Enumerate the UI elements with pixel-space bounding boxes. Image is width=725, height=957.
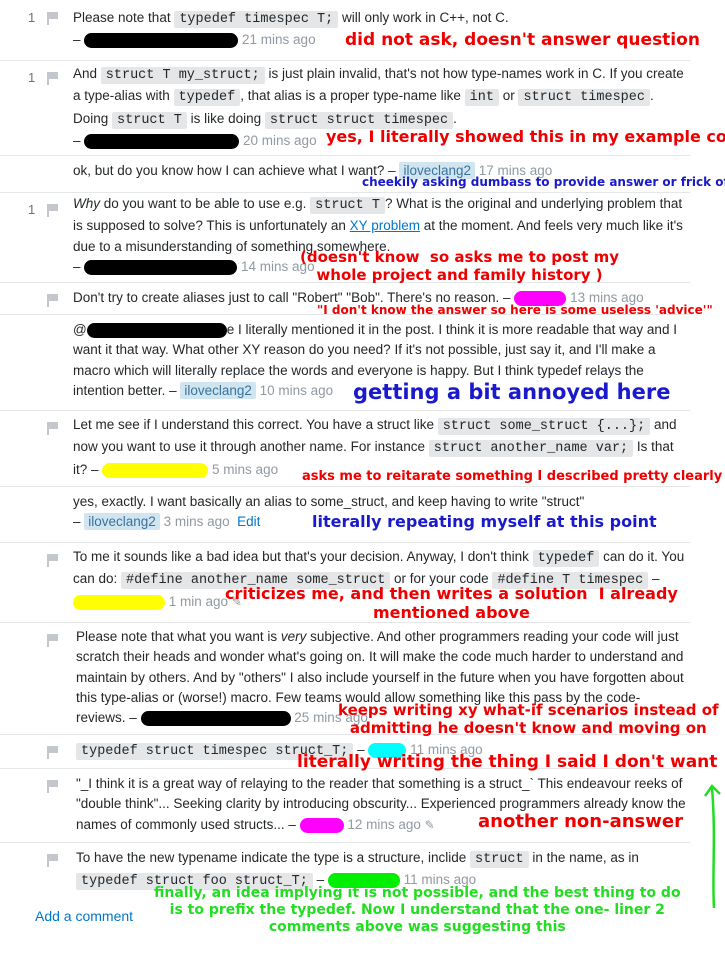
redacted-username: [299, 817, 344, 833]
add-comment-link[interactable]: Add a comment: [35, 908, 133, 924]
annotation: literally repeating myself at this point: [312, 512, 657, 531]
comment-score: 1: [28, 70, 36, 85]
comment-timestamp[interactable]: 3 mins ago: [164, 514, 230, 529]
annotation: finally, an idea implying it is not poss…: [154, 885, 681, 935]
redacted-username: [84, 33, 239, 49]
redacted-username: [84, 259, 238, 275]
flag-icon[interactable]: [47, 780, 59, 793]
annotation: asks me to reitarate something I describ…: [302, 469, 723, 484]
username-link[interactable]: iloveclang2: [84, 513, 160, 531]
comment-timestamp[interactable]: 10 mins ago: [260, 383, 334, 398]
flag-icon[interactable]: [47, 554, 59, 567]
flag-icon[interactable]: [47, 294, 59, 307]
annotation: another non-answer: [478, 811, 683, 832]
flag-icon[interactable]: [47, 854, 59, 867]
comment-timestamp[interactable]: 21 mins ago: [242, 32, 316, 47]
comment-timestamp[interactable]: 5 mins ago: [212, 462, 278, 477]
xy-problem-link[interactable]: XY problem: [350, 218, 420, 233]
edit-comment-link[interactable]: Edit: [237, 514, 260, 529]
comment-timestamp[interactable]: 1 min ago: [169, 594, 228, 609]
comment-score: 1: [28, 202, 36, 217]
annotation: keeps writing xy what-if scenarios inste…: [338, 701, 719, 737]
redacted-username: [84, 133, 240, 149]
annotation: did not ask, doesn't answer question: [345, 30, 700, 50]
annotation: yes, I literally showed this in my examp…: [326, 127, 725, 146]
comment-timestamp[interactable]: 12 mins ago: [347, 817, 421, 832]
flag-icon[interactable]: [47, 72, 59, 85]
arrow-up-icon: [703, 784, 721, 909]
redacted-username: [140, 711, 291, 727]
redacted-username: [73, 594, 165, 610]
annotation: literally writing the thing I said I don…: [297, 752, 718, 772]
flag-icon[interactable]: [47, 634, 59, 647]
username-link[interactable]: iloveclang2: [180, 381, 256, 399]
annotation: "I don't know the answer so here is some…: [317, 303, 713, 317]
code-snippet: typedef timespec T;: [174, 11, 339, 28]
annotation: criticizes me, and then writes a solutio…: [225, 584, 678, 622]
flag-icon[interactable]: [47, 12, 59, 25]
flag-icon[interactable]: [47, 746, 59, 759]
redacted-username: [102, 462, 209, 478]
flag-icon[interactable]: [47, 422, 59, 435]
comment-timestamp[interactable]: 20 mins ago: [243, 133, 317, 148]
pencil-icon[interactable]: ✎: [425, 818, 435, 832]
flag-icon[interactable]: [47, 204, 59, 217]
annotation: getting a bit annoyed here: [353, 380, 671, 404]
annotation: (doesn't know so asks me to post my whol…: [300, 248, 620, 284]
annotation: cheekily asking dumbass to provide answe…: [362, 175, 725, 189]
comment-score: 1: [28, 10, 36, 25]
redacted-username: [86, 322, 227, 338]
